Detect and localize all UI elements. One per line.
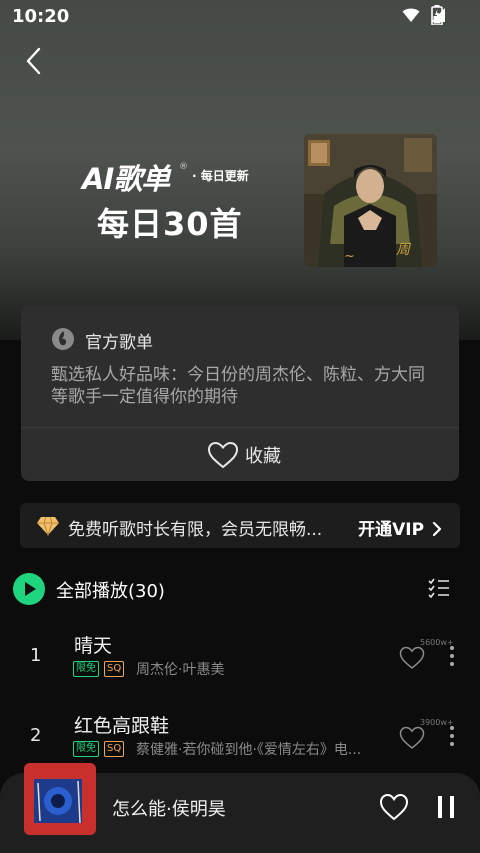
sq-tag: SQ xyxy=(104,741,125,757)
playlist-description: 甄选私人好品味：今日份的周杰伦、陈粒、方大同等歌手一定值得你的期待 xyxy=(51,365,425,407)
play-icon xyxy=(25,582,36,596)
now-playing-title: 怎么能·侯明昊 xyxy=(112,799,226,820)
song-artist: 蔡健雅·若你碰到他·《爱情左右》电... xyxy=(136,742,362,758)
diamond-icon xyxy=(37,516,59,536)
ai-playlist-logo: AI歌单 xyxy=(82,162,170,196)
song-row[interactable]: 1 晴天 限免 SQ 周杰伦·叶惠美 5600w+ xyxy=(0,627,480,689)
vip-promo-bar[interactable]: 免费听歌时长有限，会员无限畅... 开通VIP xyxy=(20,503,460,548)
open-vip-label: 开通VIP xyxy=(358,520,425,540)
more-icon[interactable] xyxy=(449,645,455,667)
free-tag: 限免 xyxy=(73,661,99,677)
play-all-label[interactable]: 全部播放(30) xyxy=(56,577,165,603)
player-cover[interactable] xyxy=(24,763,96,835)
svg-text:~: ~ xyxy=(344,249,355,264)
official-badge-icon xyxy=(52,328,74,350)
pause-icon[interactable] xyxy=(436,795,456,819)
card-divider xyxy=(21,427,459,428)
collect-button[interactable]: 收藏 xyxy=(207,439,281,471)
free-tag: 限免 xyxy=(73,741,99,757)
song-number: 1 xyxy=(30,645,42,666)
more-icon[interactable] xyxy=(449,725,455,747)
registered-mark: ® xyxy=(179,162,188,172)
player-cover-art xyxy=(24,763,96,835)
cover-art: 周 ~ xyxy=(304,134,437,267)
song-number: 2 xyxy=(30,725,42,746)
song-row[interactable]: 2 红色高跟鞋 限免 SQ 蔡健雅·若你碰到他·《爱情左右》电... 3900w… xyxy=(0,707,480,769)
playlist-info-card: 官方歌单 甄选私人好品味：今日份的周杰伦、陈粒、方大同等歌手一定值得你的期待 收… xyxy=(21,305,459,481)
sq-tag: SQ xyxy=(104,661,125,677)
playlist-cover[interactable]: 周 ~ xyxy=(304,134,437,267)
song-title: 红色高跟鞋 xyxy=(74,715,170,737)
page-title: 每日30首 xyxy=(97,205,243,243)
multiselect-icon[interactable] xyxy=(428,578,450,598)
heart-icon xyxy=(207,441,239,469)
play-all-button[interactable] xyxy=(13,573,45,605)
hero-header: 10:20 AI歌单 ® · 每日更新 每日30首 周 ~ xyxy=(0,0,480,340)
chevron-right-icon xyxy=(432,521,442,537)
open-vip-button[interactable]: 开通VIP xyxy=(358,515,442,540)
heart-icon[interactable] xyxy=(379,793,409,821)
song-title: 晴天 xyxy=(74,635,113,657)
back-arrow-icon[interactable] xyxy=(22,46,46,76)
status-time: 10:20 xyxy=(12,6,70,27)
official-playlist-label: 官方歌单 xyxy=(85,333,153,353)
vip-promo-text: 免费听歌时长有限，会员无限畅... xyxy=(68,520,323,540)
daily-update-label: · 每日更新 xyxy=(192,169,249,183)
svg-text:周: 周 xyxy=(396,242,412,258)
heart-icon[interactable] xyxy=(399,726,425,750)
heart-icon[interactable] xyxy=(399,646,425,670)
wifi-icon xyxy=(402,8,420,22)
mini-player[interactable]: 怎么能·侯明昊 xyxy=(0,763,480,853)
status-bar: 10:20 xyxy=(0,0,480,34)
song-artist: 周杰伦·叶惠美 xyxy=(136,662,225,678)
collect-label: 收藏 xyxy=(245,446,281,467)
battery-icon xyxy=(431,5,443,25)
